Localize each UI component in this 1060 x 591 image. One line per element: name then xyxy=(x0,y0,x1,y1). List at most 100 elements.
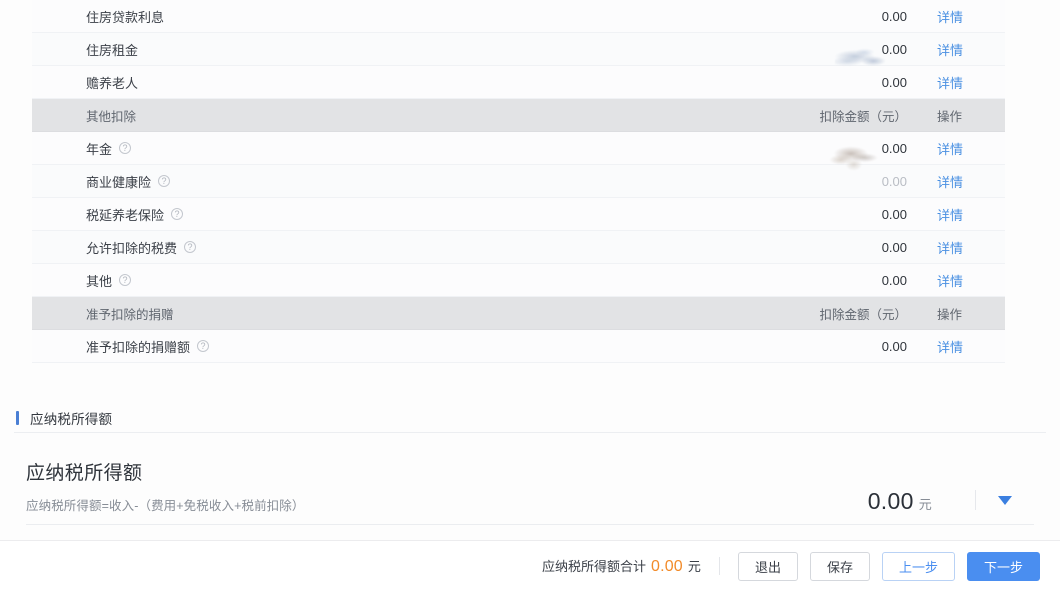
amount-column-header: 扣除金额（元） xyxy=(732,304,919,323)
row-amount-value: 0.00 xyxy=(881,41,907,57)
section-title: 应纳税所得额 xyxy=(30,412,113,427)
row-label: 年金 xyxy=(86,141,113,157)
row-label-cell: 赡养老人 xyxy=(32,73,732,92)
row-label: 准予扣除的捐赠 xyxy=(86,307,174,322)
table-group-header-row: 准予扣除的捐赠 扣除金额（元） 操作 xyxy=(32,297,1005,330)
row-detail-link[interactable]: 详情 xyxy=(919,238,1005,257)
row-amount: 0.00 xyxy=(732,41,919,73)
row-detail-link[interactable]: 详情 xyxy=(919,40,1005,59)
table-row: 住房贷款利息 0.00 详情 xyxy=(32,0,1005,33)
deduction-table: 住房贷款利息 0.00 详情 住房租金 0.00 详情 赡养老人 0.00 详情 其他扣除 扣除金额… xyxy=(32,0,1005,363)
row-detail-link[interactable]: 详情 xyxy=(919,139,1005,158)
row-detail-link[interactable]: 详情 xyxy=(919,271,1005,290)
save-button[interactable]: 保存 xyxy=(809,551,870,581)
section-divider xyxy=(14,432,1046,433)
action-column-header: 操作 xyxy=(919,106,1005,125)
row-action-label: 详情 xyxy=(937,174,964,190)
row-amount: 0.00 xyxy=(732,75,919,90)
taxable-income-summary: 应纳税所得额 应纳税所得额=收入-（费用+免税收入+税前扣除） 0.00 元 xyxy=(0,450,1060,528)
row-detail-link[interactable]: 详情 xyxy=(919,337,1005,356)
table-row: 其他? 0.00 详情 xyxy=(32,264,1005,297)
row-label: 税延养老保险 xyxy=(86,207,165,223)
table-row: 住房租金 0.00 详情 xyxy=(32,33,1005,73)
row-label-cell: 准予扣除的捐赠额? xyxy=(32,337,732,356)
summary-amount-unit: 元 xyxy=(918,497,932,512)
row-detail-link[interactable]: 详情 xyxy=(919,7,1005,26)
exit-button[interactable]: 退出 xyxy=(737,551,798,581)
row-label-cell: 准予扣除的捐赠 xyxy=(32,304,732,323)
summary-formula: 应纳税所得额=收入-（费用+免税收入+税前扣除） xyxy=(26,499,305,513)
row-action-label: 详情 xyxy=(937,42,964,58)
row-amount: 0.00 xyxy=(732,273,919,288)
row-label: 赡养老人 xyxy=(86,75,139,91)
summary-underline xyxy=(26,524,1034,525)
summary-amount: 0.00 元 xyxy=(868,488,932,515)
table-row: 赡养老人 0.00 详情 xyxy=(32,66,1005,99)
row-label: 住房贷款利息 xyxy=(86,9,165,25)
row-amount: 0.00 xyxy=(732,339,919,354)
row-label-cell: 住房贷款利息 xyxy=(32,7,732,26)
row-label-cell: 年金? xyxy=(32,139,732,158)
previous-step-button[interactable]: 上一步 xyxy=(881,551,955,581)
row-action-label: 详情 xyxy=(937,273,964,289)
row-amount: 0.00 xyxy=(732,174,919,189)
footer-action-bar: 应纳税所得额合计 0.00 元 退出 保存 上一步 下一步 xyxy=(0,540,1060,591)
table-row: 税延养老保险? 0.00 详情 xyxy=(32,198,1005,231)
action-column-header: 操作 xyxy=(919,304,1005,323)
row-label: 准予扣除的捐赠额 xyxy=(86,339,191,355)
row-label: 其他扣除 xyxy=(86,109,137,124)
row-amount: 0.00 xyxy=(732,139,919,174)
section-header-taxable-income: 应纳税所得额 xyxy=(0,404,1060,432)
help-icon[interactable]: ? xyxy=(197,340,210,352)
summary-amount-value: 0.00 xyxy=(867,488,914,514)
row-amount-value: 0.00 xyxy=(881,239,907,255)
row-action-label: 详情 xyxy=(937,75,964,91)
summary-separator xyxy=(975,490,976,510)
footer-total: 应纳税所得额合计 0.00 元 xyxy=(542,556,701,576)
help-icon[interactable]: ? xyxy=(119,142,132,154)
row-amount: 0.00 xyxy=(732,240,919,255)
table-row: 商业健康险? 0.00 详情 xyxy=(32,165,1005,198)
row-amount: 0.00 xyxy=(732,9,919,24)
row-label-cell: 税延养老保险? xyxy=(32,205,732,224)
help-icon[interactable]: ? xyxy=(158,175,171,187)
row-amount-value: 0.00 xyxy=(881,206,907,222)
table-row: 允许扣除的税费? 0.00 详情 xyxy=(32,231,1005,264)
row-action-label: 详情 xyxy=(937,339,964,355)
footer-total-label: 应纳税所得额合计 xyxy=(541,559,646,574)
row-amount-value: 0.00 xyxy=(881,74,907,90)
table-row: 准予扣除的捐赠额? 0.00 详情 xyxy=(32,330,1005,363)
row-label-cell: 商业健康险? xyxy=(32,172,732,191)
row-label: 商业健康险 xyxy=(86,174,152,190)
summary-title: 应纳税所得额 xyxy=(26,463,143,484)
row-detail-link[interactable]: 详情 xyxy=(919,73,1005,92)
row-amount-value: 扣除金额（元） xyxy=(819,109,907,124)
row-amount-value: 0.00 xyxy=(881,272,907,288)
next-step-button[interactable]: 下一步 xyxy=(966,551,1040,581)
help-icon[interactable]: ? xyxy=(119,274,132,286)
row-action-label: 操作 xyxy=(937,109,963,124)
row-action-label: 详情 xyxy=(937,141,964,157)
row-detail-link[interactable]: 详情 xyxy=(919,172,1005,191)
row-label-cell: 其他? xyxy=(32,271,732,290)
row-label: 允许扣除的税费 xyxy=(86,240,178,256)
row-amount-value: 扣除金额（元） xyxy=(819,307,907,322)
help-icon[interactable]: ? xyxy=(171,208,184,220)
row-amount: 0.00 xyxy=(732,207,919,222)
row-label: 其他 xyxy=(86,273,113,289)
row-label-cell: 允许扣除的税费? xyxy=(32,238,732,257)
row-amount-value: 0.00 xyxy=(881,338,907,354)
row-amount-value: 0.00 xyxy=(881,173,907,189)
row-label-cell: 其他扣除 xyxy=(32,106,732,125)
row-action-label: 操作 xyxy=(937,307,963,322)
help-icon[interactable]: ? xyxy=(184,241,197,253)
footer-total-value: 0.00 xyxy=(650,558,683,575)
section-accent-bar xyxy=(16,411,19,425)
table-row: 年金? 0.00 详情 xyxy=(32,132,1005,174)
chevron-down-icon[interactable] xyxy=(998,496,1012,505)
footer-total-unit: 元 xyxy=(687,559,701,574)
tax-deduction-page: 住房贷款利息 0.00 详情 住房租金 0.00 详情 赡养老人 0.00 详情 其他扣除 扣除金额… xyxy=(0,0,1060,591)
row-action-label: 详情 xyxy=(937,9,964,25)
row-detail-link[interactable]: 详情 xyxy=(919,205,1005,224)
row-action-label: 详情 xyxy=(937,240,964,256)
